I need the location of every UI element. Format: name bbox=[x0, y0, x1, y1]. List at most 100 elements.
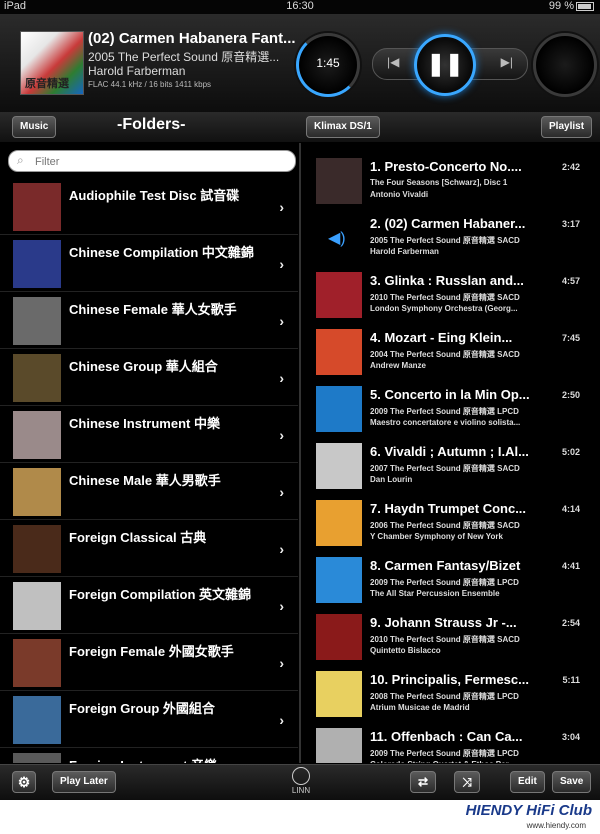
track-artist: London Symphony Orchestra (Georg... bbox=[370, 304, 518, 313]
track-row[interactable]: 6. Vivaldi ; Autumn ; I.Al... 5:02 2007 Th… bbox=[302, 434, 600, 491]
play-later-button[interactable]: Play Later bbox=[52, 771, 116, 793]
folder-thumbnail bbox=[13, 639, 61, 687]
position-dial[interactable]: 1:45 bbox=[296, 33, 360, 97]
track-row[interactable]: 4. Mozart - Eing Klein... 7:45 2004 The Pe… bbox=[302, 320, 600, 377]
track-row[interactable]: 9. Johann Strauss Jr -... 2:54 2010 The Pe… bbox=[302, 605, 600, 662]
chevron-right-icon: › bbox=[279, 598, 284, 614]
settings-gear-icon[interactable]: ⚙ bbox=[12, 771, 36, 793]
track-thumbnail bbox=[316, 272, 362, 318]
track-album: 2010 The Perfect Sound 原音精選 SACD bbox=[370, 635, 520, 644]
track-thumbnail bbox=[316, 443, 362, 489]
track-duration: 4:14 bbox=[561, 504, 580, 514]
status-bar: iPad 16:30 99 % bbox=[0, 0, 600, 14]
track-title: 7. Haydn Trumpet Conc... bbox=[370, 501, 527, 516]
folder-thumbnail bbox=[13, 183, 61, 231]
folder-row[interactable]: Audiophile Test Disc 試音碟 › bbox=[0, 177, 298, 235]
track-album: 2007 The Perfect Sound 原音精選 SACD bbox=[370, 464, 520, 473]
track-duration: 3:04 bbox=[561, 732, 580, 742]
folder-name: Chinese Female 華人女歌手 bbox=[69, 302, 237, 317]
watermark-area: HIENDY HiFi Club www.hiendy.com bbox=[0, 800, 600, 834]
repeat-button[interactable]: ⇄ bbox=[410, 771, 436, 793]
track-row[interactable]: 8. Carmen Fantasy/Bizet 4:41 2009 The Perf… bbox=[302, 548, 600, 605]
folder-row[interactable]: Chinese Female 華人女歌手 › bbox=[0, 291, 298, 349]
track-artist: The All Star Percussion Ensemble bbox=[370, 589, 500, 598]
pause-button[interactable]: ❚❚ bbox=[414, 34, 476, 96]
folder-thumbnail bbox=[13, 582, 61, 630]
track-title: 5. Concerto in la Min Op... bbox=[370, 387, 530, 402]
track-thumbnail bbox=[316, 671, 362, 717]
track-list: 1. Presto-Concerto No.... 2:42 The Four Se… bbox=[302, 143, 600, 763]
track-album: 2004 The Perfect Sound 原音精選 SACD bbox=[370, 350, 520, 359]
track-row[interactable]: 5. Concerto in la Min Op... 2:50 2009 The … bbox=[302, 377, 600, 434]
track-title: 8. Carmen Fantasy/Bizet bbox=[370, 558, 521, 573]
previous-icon[interactable]: |◀ bbox=[387, 55, 399, 69]
folder-row[interactable]: Chinese Male 華人男歌手 › bbox=[0, 462, 298, 520]
track-thumbnail bbox=[316, 500, 362, 546]
chevron-right-icon: › bbox=[279, 712, 284, 728]
track-duration: 5:11 bbox=[562, 675, 580, 685]
folder-name: Foreign Group 外國組合 bbox=[69, 701, 215, 716]
edit-button[interactable]: Edit bbox=[510, 771, 545, 793]
album-cover[interactable]: 原音精選 bbox=[20, 31, 84, 95]
track-album: The Four Seasons [Schwarz], Disc 1 bbox=[370, 178, 508, 187]
track-artist: Quintetto Bislacco bbox=[370, 646, 441, 655]
track-title: 9. Johann Strauss Jr -... bbox=[370, 615, 517, 630]
room-selector-button[interactable]: Klimax DS/1 bbox=[306, 116, 380, 138]
elapsed-time: 1:45 bbox=[316, 56, 340, 70]
chevron-right-icon: › bbox=[279, 313, 284, 329]
folder-row[interactable]: Foreign Compilation 英文雜錦 › bbox=[0, 576, 298, 634]
folder-row[interactable]: Foreign Female 外國女歌手 › bbox=[0, 633, 298, 691]
track-row[interactable]: 3. Glinka : Russlan and... 4:57 2010 The P… bbox=[302, 263, 600, 320]
folder-row[interactable]: Foreign Group 外國組合 › bbox=[0, 690, 298, 748]
track-title: 4. Mozart - Eing Klein... bbox=[370, 330, 513, 345]
format-info: FLAC 44.1 kHz / 16 bits 1411 kbps bbox=[88, 80, 212, 89]
track-row[interactable]: 7. Haydn Trumpet Conc... 4:14 2006 The Per… bbox=[302, 491, 600, 548]
folder-name: Foreign Female 外國女歌手 bbox=[69, 644, 234, 659]
folder-name: Chinese Instrument 中樂 bbox=[69, 416, 220, 431]
track-artist: Harold Farberman bbox=[370, 247, 439, 256]
folder-row[interactable]: Foreign Classical 古典 › bbox=[0, 519, 298, 577]
folder-row[interactable]: Chinese Group 華人組合 › bbox=[0, 348, 298, 406]
track-title: 1. Presto-Concerto No.... bbox=[370, 159, 522, 174]
track-thumbnail bbox=[316, 728, 362, 763]
folder-name: Audiophile Test Disc 試音碟 bbox=[69, 188, 240, 203]
folder-thumbnail bbox=[13, 468, 61, 516]
playlist-button[interactable]: Playlist bbox=[541, 116, 593, 138]
cover-label: 原音精選 bbox=[25, 78, 69, 90]
track-row[interactable]: 10. Principalis, Fermesc... 5:11 2008 The … bbox=[302, 662, 600, 719]
save-button[interactable]: Save bbox=[552, 771, 592, 793]
music-back-button[interactable]: Music bbox=[12, 116, 57, 138]
track-thumbnail bbox=[316, 329, 362, 375]
folder-thumbnail bbox=[13, 354, 61, 402]
folder-row[interactable]: Foreign Instrument 音樂› bbox=[0, 747, 298, 763]
filter-field[interactable]: ⌕ bbox=[8, 150, 296, 172]
folder-row[interactable]: Chinese Instrument 中樂 › bbox=[0, 405, 298, 463]
artist-name: Harold Farberman bbox=[88, 64, 186, 78]
folder-row[interactable]: Chinese Compilation 中文雜錦 › bbox=[0, 234, 298, 292]
track-duration: 7:45 bbox=[561, 333, 580, 343]
track-album: 2006 The Perfect Sound 原音精選 SACD bbox=[370, 521, 520, 530]
next-icon[interactable]: ▶| bbox=[501, 55, 513, 69]
track-row[interactable]: 11. Offenbach : Can Ca... 3:04 2009 The Pe… bbox=[302, 719, 600, 763]
track-row[interactable]: 1. Presto-Concerto No.... 2:42 The Four Se… bbox=[302, 149, 600, 206]
track-duration: 3:17 bbox=[561, 219, 580, 229]
track-album: 2009 The Perfect Sound 原音精選 LPCD bbox=[370, 749, 519, 758]
track-artist: Andrew Manze bbox=[370, 361, 427, 370]
shuffle-button[interactable]: ⤨ bbox=[454, 771, 480, 793]
track-artist: Dan Lourin bbox=[370, 475, 413, 484]
track-title: (02) Carmen Habanera Fant... bbox=[88, 30, 296, 47]
bottom-toolbar: ⚙ Play Later LINN ⇄ ⤨ Edit Save bbox=[0, 764, 600, 801]
clock: 16:30 bbox=[286, 0, 314, 12]
page-title: -Folders- bbox=[117, 116, 186, 133]
track-duration: 2:50 bbox=[561, 390, 580, 400]
track-album: 2010 The Perfect Sound 原音精選 SACD bbox=[370, 293, 520, 302]
filter-input[interactable] bbox=[33, 152, 287, 171]
track-artist: Y Chamber Symphony of New York bbox=[370, 532, 503, 541]
watermark-url: www.hiendy.com bbox=[526, 821, 586, 830]
track-duration: 2:42 bbox=[561, 162, 580, 172]
track-row[interactable]: ◀) 2. (02) Carmen Habaner... 3:17 2005 The … bbox=[302, 206, 600, 263]
volume-dial[interactable] bbox=[533, 33, 597, 97]
track-duration: 5:02 bbox=[561, 447, 580, 457]
folder-list: ⌕ Audiophile Test Disc 試音碟›Chinese Compi… bbox=[0, 143, 298, 763]
track-title: 3. Glinka : Russlan and... bbox=[370, 273, 524, 288]
